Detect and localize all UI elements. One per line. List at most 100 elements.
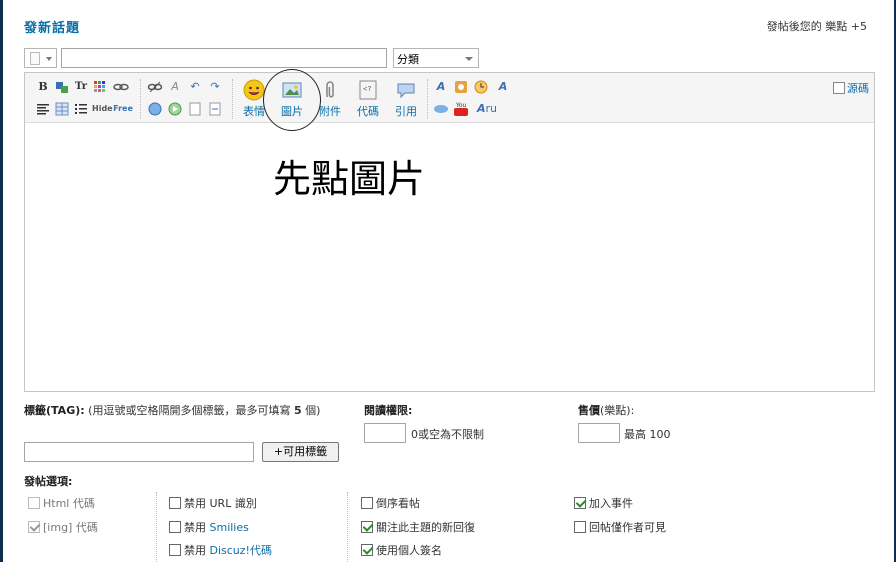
free-icon[interactable]: Free xyxy=(113,101,133,117)
remove-format-icon[interactable]: A xyxy=(167,79,183,95)
music-icon[interactable] xyxy=(453,79,469,95)
color-grid-icon[interactable] xyxy=(92,79,108,95)
image-button-label: 圖片 xyxy=(281,105,303,118)
attachment-button[interactable]: 附件 xyxy=(313,79,347,119)
unlink-icon[interactable] xyxy=(147,79,163,95)
option-disable-url[interactable]: 禁用 URL 識別 xyxy=(169,495,257,511)
read-permission-label: 閱讀權限: xyxy=(364,404,413,417)
option-label: [img] 代碼 xyxy=(43,521,98,534)
page-title: 發新話題 xyxy=(24,21,81,36)
media-icon[interactable] xyxy=(167,101,183,117)
price-label: 售價 xyxy=(578,404,600,417)
svg-text:You: You xyxy=(455,102,467,109)
price-label-row: 售價(樂點): xyxy=(578,402,778,418)
redo-icon[interactable]: ↷ xyxy=(207,79,223,95)
table-icon[interactable] xyxy=(54,101,70,117)
option-disable-smilies[interactable]: 禁用 Smilies xyxy=(169,519,249,535)
read-permission-section: 閱讀權限: 0或空為不限制 xyxy=(364,402,544,443)
code-icon: <? xyxy=(359,80,377,100)
source-label: 源碼 xyxy=(847,82,869,95)
youtube-icon[interactable]: You xyxy=(453,101,469,117)
link-icon[interactable] xyxy=(113,79,129,95)
text-size-icon[interactable]: Tr xyxy=(73,79,89,95)
option-label: Html 代碼 xyxy=(43,497,95,510)
clock-icon[interactable] xyxy=(473,79,489,95)
ruby-icon[interactable]: Aru xyxy=(477,101,507,117)
option-label: 倒序看帖 xyxy=(376,497,420,510)
option-use-signature[interactable]: 使用個人簽名 xyxy=(361,542,442,558)
option-prefix: 禁用 xyxy=(184,521,206,534)
option-checkbox[interactable] xyxy=(169,497,181,509)
option-disable-discuz[interactable]: 禁用 Discuz!代碼 xyxy=(169,542,272,558)
align-left-icon[interactable] xyxy=(35,101,51,117)
option-checkbox[interactable] xyxy=(28,521,40,533)
tag-description: 標籤(TAG): (用逗號或空格隔開多個標籤，最多可填寫 5 個) xyxy=(24,402,344,419)
option-label: 關注此主題的新回復 xyxy=(376,521,475,534)
option-follow-replies[interactable]: 關注此主題的新回復 xyxy=(361,519,475,535)
toolbar-separator xyxy=(427,79,428,119)
tag-label: 標籤(TAG): xyxy=(24,404,85,417)
option-checkbox[interactable] xyxy=(169,521,181,533)
option-checkbox[interactable] xyxy=(361,497,373,509)
header: 發新話題 發帖後您的 樂點 +5 xyxy=(24,17,874,37)
option-label: 回帖僅作者可見 xyxy=(589,521,666,534)
hide-icon[interactable]: Hide xyxy=(92,101,113,117)
option-checkbox[interactable] xyxy=(574,521,586,533)
option-prefix: 禁用 xyxy=(184,497,206,510)
price-input[interactable] xyxy=(578,423,620,443)
smiley-button-label: 表情 xyxy=(243,105,265,118)
option-author-only-replies[interactable]: 回帖僅作者可見 xyxy=(574,519,666,535)
list-icon[interactable] xyxy=(73,101,89,117)
source-toggle[interactable]: 源碼 xyxy=(833,80,869,96)
option-link[interactable]: Discuz!代碼 xyxy=(210,544,272,557)
source-checkbox[interactable] xyxy=(833,82,845,94)
option-img-code[interactable]: [img] 代碼 xyxy=(28,519,98,535)
option-label: 加入事件 xyxy=(589,497,633,510)
available-tags-button[interactable]: +可用標籤 xyxy=(262,442,339,462)
undo-icon[interactable]: ↶ xyxy=(187,79,203,95)
tag-desc-text: (用逗號或空格隔開多個標籤，最多可填寫 xyxy=(88,404,291,417)
ruby-icon-text: ru xyxy=(485,102,498,115)
flash-icon[interactable] xyxy=(147,101,163,117)
option-add-event[interactable]: 加入事件 xyxy=(574,495,633,511)
price-unit: (樂點): xyxy=(600,404,635,417)
read-permission-input[interactable] xyxy=(364,423,406,443)
option-checkbox[interactable] xyxy=(361,521,373,533)
chevron-down-icon xyxy=(46,57,52,61)
quote-button[interactable]: 引用 xyxy=(389,79,423,119)
font-face-icon[interactable]: A xyxy=(433,79,449,95)
editor-content-area[interactable]: 先點圖片 xyxy=(25,124,874,391)
editor-toolbar: B Tr Hide Free A ↶ ↷ 表情 圖片 附件 <? 代碼 引用 A… xyxy=(25,69,874,131)
tag-input[interactable] xyxy=(24,442,254,462)
option-html-code[interactable]: Html 代碼 xyxy=(28,495,95,511)
editor-content-text: 先點圖片 xyxy=(273,157,426,201)
font-style-icon[interactable]: A xyxy=(495,79,511,95)
option-checkbox[interactable] xyxy=(361,544,373,556)
option-checkbox[interactable] xyxy=(169,544,181,556)
option-checkbox[interactable] xyxy=(574,497,586,509)
subject-row: 分類 xyxy=(24,48,484,68)
option-label: URL 識別 xyxy=(209,497,257,510)
post-type-select[interactable] xyxy=(24,48,57,68)
smiley-icon xyxy=(243,79,265,101)
option-link[interactable]: Smilies xyxy=(210,521,249,534)
category-select[interactable]: 分類 xyxy=(393,48,479,68)
image-button[interactable]: 圖片 xyxy=(275,79,309,119)
option-reverse-order[interactable]: 倒序看帖 xyxy=(361,495,420,511)
bold-icon[interactable]: B xyxy=(35,79,51,95)
options-separator xyxy=(347,492,348,562)
media-player-icon[interactable] xyxy=(433,101,449,117)
options-separator xyxy=(156,492,157,562)
code-button[interactable]: <? 代碼 xyxy=(351,79,385,119)
image-icon xyxy=(282,82,302,98)
price-section: 售價(樂點): 最高 100 xyxy=(578,402,778,443)
option-checkbox[interactable] xyxy=(28,497,40,509)
category-selected-label: 分類 xyxy=(397,53,419,66)
smiley-button[interactable]: 表情 xyxy=(237,79,271,119)
font-color-icon[interactable] xyxy=(54,79,70,95)
reward-text: 發帖後您的 樂點 +5 xyxy=(766,20,867,33)
page-icon[interactable] xyxy=(187,101,203,117)
quote-icon xyxy=(397,83,415,99)
page-break-icon[interactable] xyxy=(207,101,223,117)
subject-input[interactable] xyxy=(61,48,387,68)
